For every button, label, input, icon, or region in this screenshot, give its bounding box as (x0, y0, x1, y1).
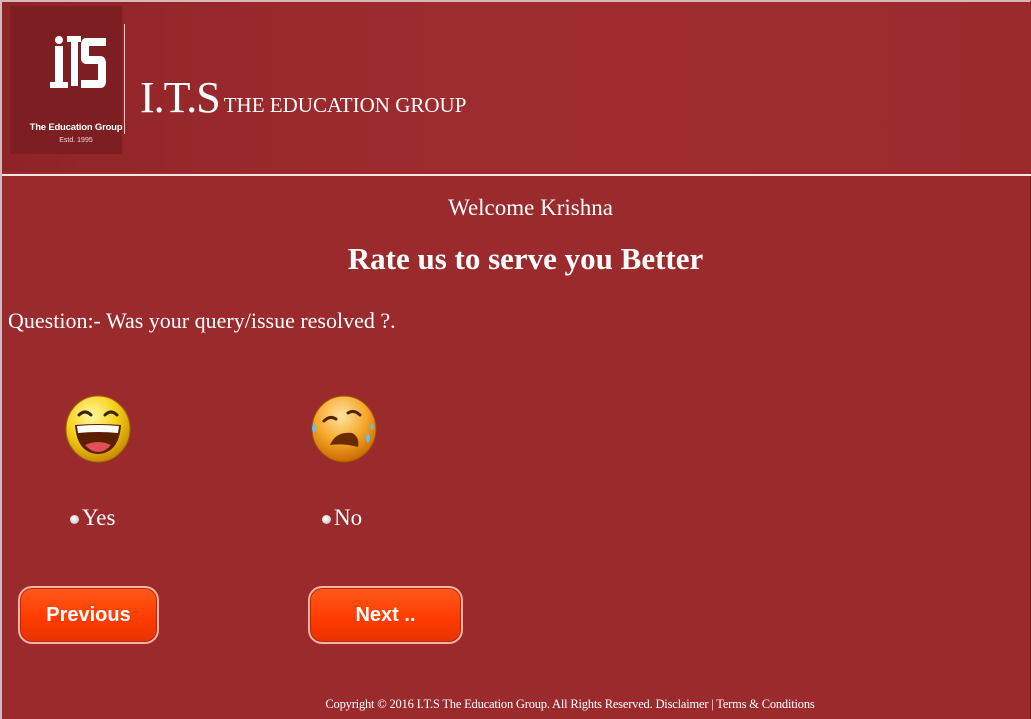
next-button[interactable]: Next .. (308, 586, 463, 644)
logo-divider (124, 24, 125, 134)
terms-link[interactable]: Terms & Conditions (716, 697, 815, 711)
no-label: No (334, 505, 363, 530)
yes-label: Yes (82, 505, 116, 530)
page-title: Rate us to serve you Better (347, 241, 704, 276)
logo: The Education Group Estd. 1995 (10, 6, 123, 154)
laughing-smiley-icon[interactable] (63, 393, 133, 463)
footer-separator: | (711, 697, 714, 711)
question-text: Question:- Was your query/issue resolved… (8, 308, 396, 333)
no-radio[interactable] (322, 515, 331, 524)
crying-smiley-icon[interactable] (308, 393, 378, 463)
header-divider (2, 174, 1031, 176)
disclaimer-link[interactable]: Disclaimer (655, 697, 708, 711)
footer: Copyright © 2016 I.T.S The Education Gro… (0, 697, 1031, 712)
logo-caption: The Education Group (29, 122, 123, 133)
previous-button[interactable]: Previous (18, 586, 159, 644)
header: The Education Group Estd. 1995 I.T.S THE … (2, 2, 1031, 172)
option-yes[interactable]: Yes (70, 505, 115, 531)
brand-sub: THE EDUCATION GROUP (223, 93, 467, 117)
logo-estd: Estd. 1995 (59, 137, 93, 144)
brand-main: I.T.S (140, 73, 221, 122)
option-no[interactable]: No (322, 505, 362, 531)
welcome-message: Welcome Krishna (448, 195, 613, 220)
yes-radio[interactable] (70, 515, 79, 524)
its-logo-icon (50, 36, 106, 88)
brand-title: I.T.S THE EDUCATION GROUP (140, 72, 466, 123)
copyright-text: Copyright © 2016 I.T.S The Education Gro… (325, 697, 653, 711)
